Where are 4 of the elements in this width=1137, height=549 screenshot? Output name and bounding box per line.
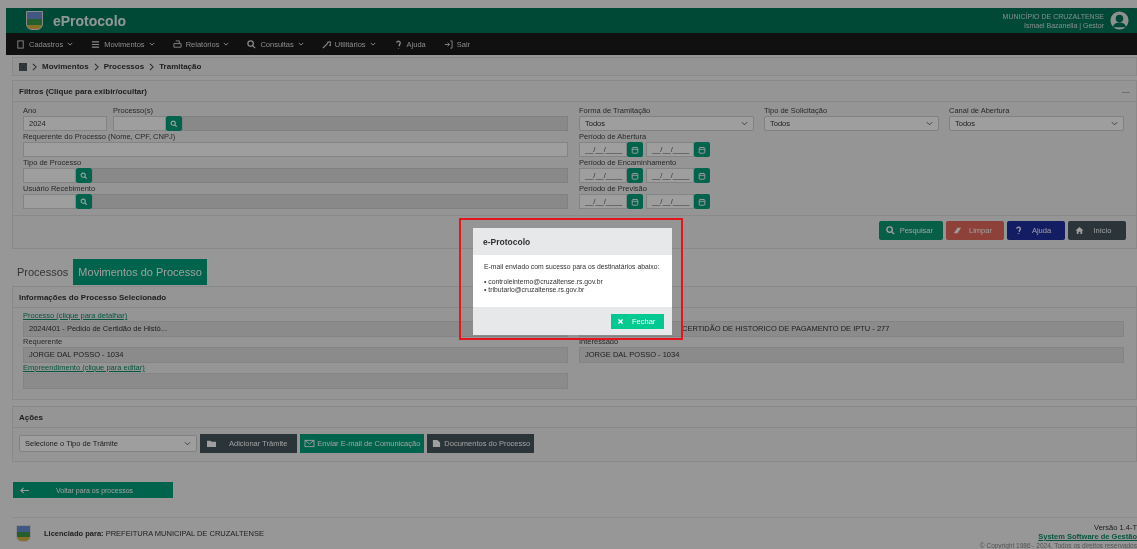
panel-title: Informações do Processo Selecionado xyxy=(19,292,167,302)
dialog-title: e-Protocolo xyxy=(483,236,531,247)
panel-title: Ações xyxy=(19,412,43,422)
app-title: eProtocolo xyxy=(53,12,127,29)
